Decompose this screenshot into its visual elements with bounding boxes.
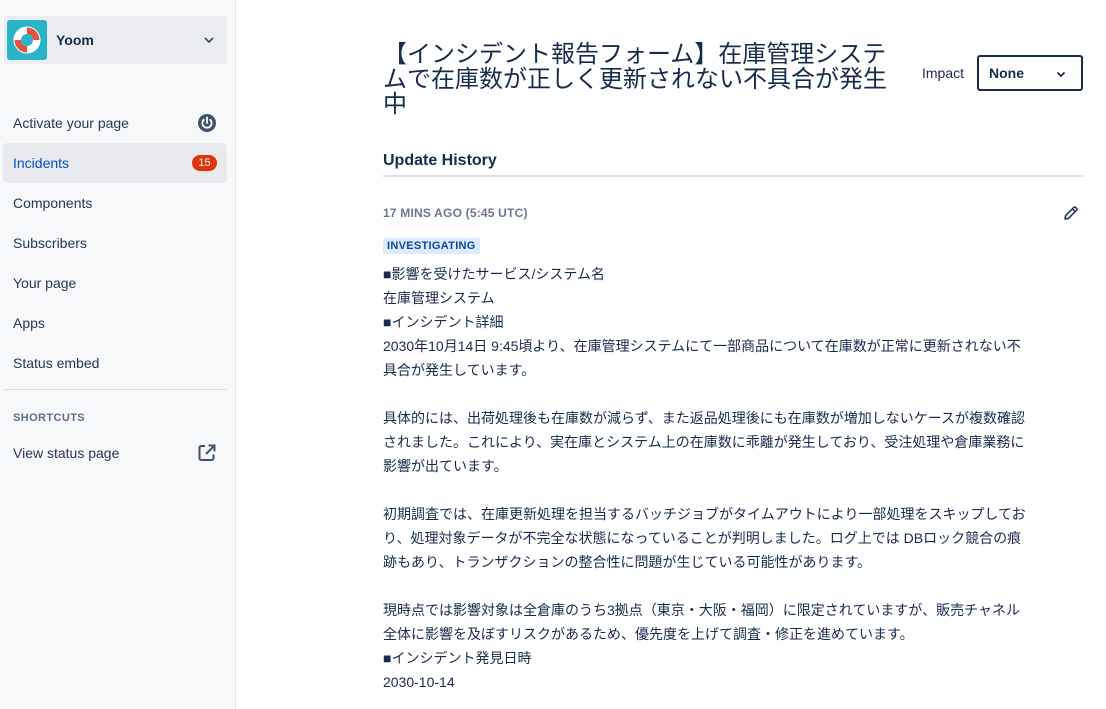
update-line: 在庫管理システム [383, 290, 495, 306]
shortcuts-heading: SHORTCUTS [13, 412, 86, 424]
sidebar-item-label: Activate your page [13, 115, 129, 131]
pencil-icon [1062, 206, 1080, 226]
sidebar-item-components[interactable]: Components [3, 183, 227, 223]
sidebar-item-subscribers[interactable]: Subscribers [3, 223, 227, 263]
update-line: ■インシデント詳細 [383, 314, 504, 330]
lifebuoy-logo-icon [7, 20, 47, 60]
power-icon [197, 113, 217, 133]
impact-label: Impact [922, 65, 965, 81]
update-line: 初期調査では、在庫更新処理を担当するバッチジョブがタイムアウトにより一部処理をス… [383, 506, 1026, 570]
sidebar-item-status-embed[interactable]: Status embed [3, 343, 227, 383]
impact-selected-value: None [989, 65, 1024, 81]
incident-title: 【インシデント報告フォーム】在庫管理システムで在庫数が正しく更新されない不具合が… [383, 41, 887, 118]
sidebar-item-label: Components [13, 195, 93, 211]
update-line: 現時点では影響対象は全倉庫のうち3拠点（東京・大阪・福岡）に限定されていますが、… [383, 602, 1020, 642]
update-body: ■影響を受けたサービス/システム名 在庫管理システム ■インシデント詳細 203… [383, 262, 1028, 694]
sidebar-item-apps[interactable]: Apps [3, 303, 227, 343]
sidebar-item-label: Incidents [13, 155, 70, 171]
update-line: 2030年10月14日 9:45頃より、在庫管理システムにて一部商品について在庫… [383, 338, 1021, 378]
sidebar-item-activate-your-page[interactable]: Activate your page [3, 103, 227, 143]
status-badge: INVESTIGATING [383, 238, 480, 254]
update-line [383, 478, 1028, 502]
update-line [383, 382, 1028, 406]
update-line: ■インシデント発見日時 [383, 650, 532, 666]
sidebar-divider [3, 389, 227, 390]
edit-update-button[interactable] [1062, 204, 1080, 222]
external-link-icon [197, 443, 217, 463]
update-line: 具体的には、出荷処理後も在庫数が減らず、また返品処理後にも在庫数が増加しないケー… [383, 410, 1026, 474]
impact-select[interactable]: None [977, 55, 1083, 91]
sidebar-nav: Activate your page Incidents 15 Componen… [3, 103, 227, 383]
sidebar-item-your-page[interactable]: Your page [3, 263, 227, 303]
update-history-heading: Update History [383, 152, 497, 169]
sidebar-item-label: Apps [13, 315, 45, 331]
view-status-page-link[interactable]: View status page [3, 433, 227, 473]
shortcut-label: View status page [13, 445, 120, 461]
sidebar-item-incidents[interactable]: Incidents 15 [3, 143, 227, 183]
sidebar-item-label: Subscribers [13, 235, 87, 251]
update-line [383, 574, 1028, 598]
sidebar-item-label: Status embed [13, 355, 100, 371]
sidebar-item-label: Your page [13, 275, 77, 291]
org-switcher[interactable]: Yoom [4, 16, 227, 64]
divider [383, 175, 1083, 177]
chevron-down-icon [1055, 67, 1067, 79]
update-line: ■影響を受けたサービス/システム名 [383, 266, 605, 282]
update-line: 2030-10-14 [383, 674, 455, 690]
chevron-down-icon [201, 32, 217, 48]
sidebar: Yoom Activate your page Incidents 15 Com… [0, 0, 236, 709]
update-timestamp: 17 MINS AGO (5:45 UTC) [383, 206, 528, 220]
org-name: Yoom [56, 32, 94, 48]
incidents-count-badge: 15 [192, 155, 217, 171]
